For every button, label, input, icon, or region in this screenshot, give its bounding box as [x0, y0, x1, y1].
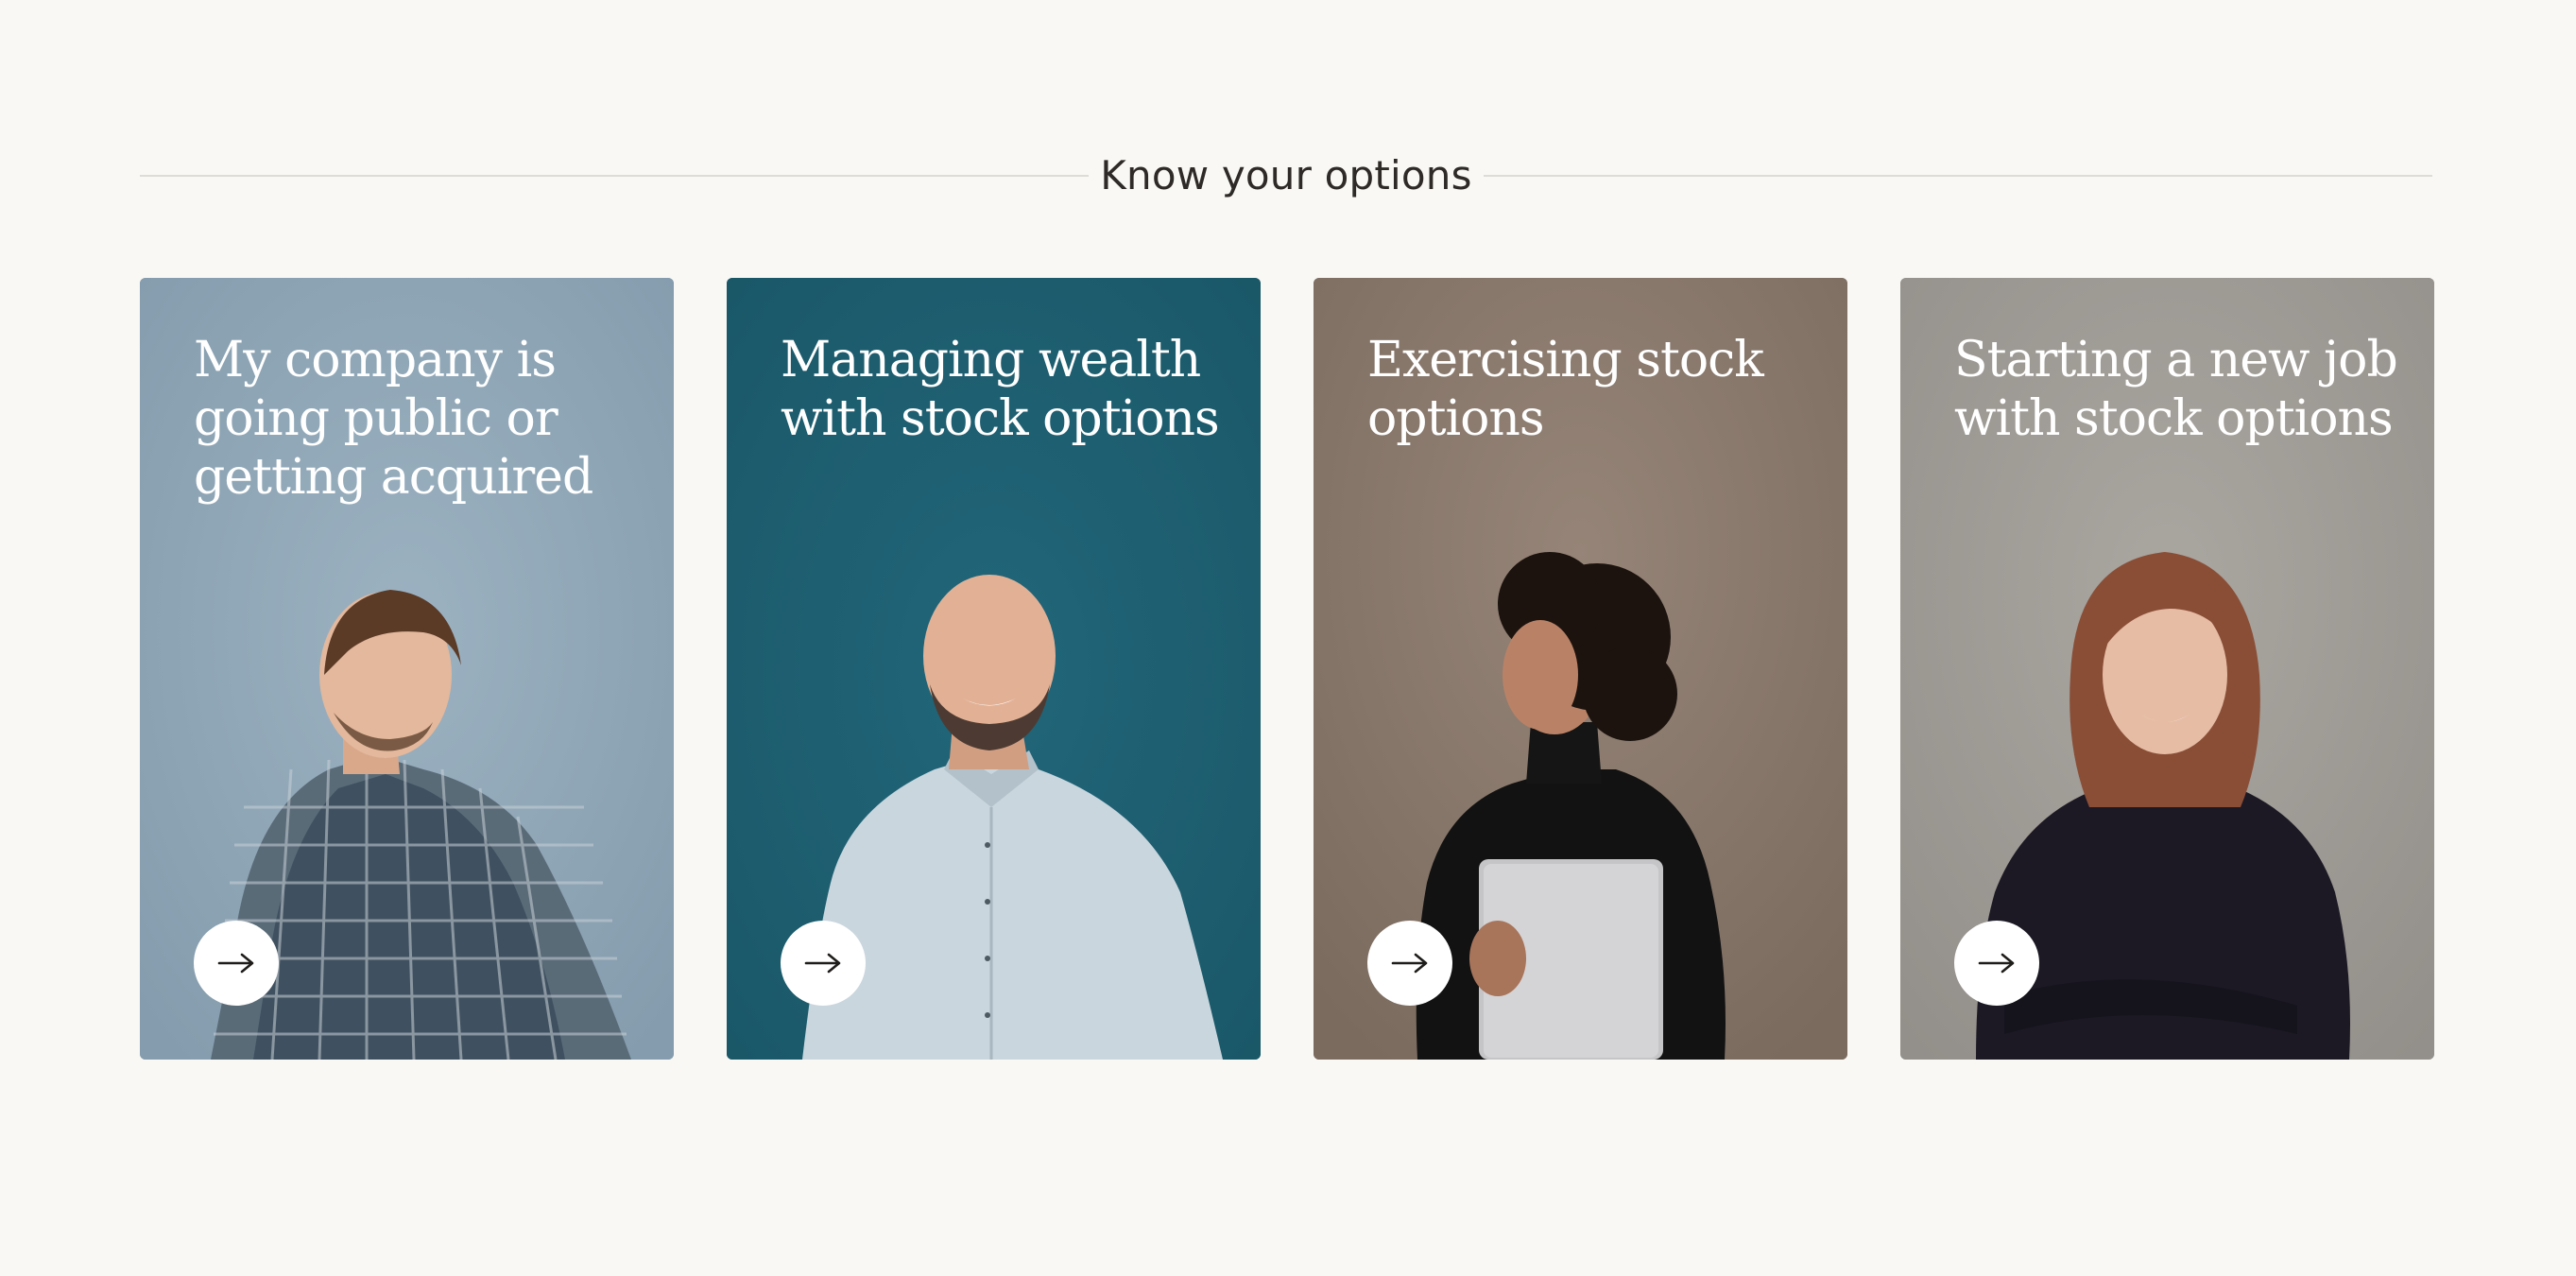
card-arrow-button[interactable]	[194, 921, 279, 1006]
card-title: Exercising stock options	[1367, 332, 1764, 447]
option-card-exercising-options[interactable]: Exercising stock options	[1314, 278, 1847, 1060]
card-title: Starting a new job with stock options	[1954, 332, 2398, 447]
arrow-right-icon	[1978, 953, 2015, 974]
divider-right	[1484, 175, 2432, 177]
card-title: Managing wealth with stock options	[781, 332, 1220, 447]
card-arrow-button[interactable]	[1367, 921, 1452, 1006]
arrow-right-icon	[217, 953, 254, 974]
card-arrow-button[interactable]	[1954, 921, 2039, 1006]
arrow-right-icon	[804, 953, 841, 974]
card-title: My company is going public or getting ac…	[194, 332, 593, 506]
option-card-going-public[interactable]: My company is going public or getting ac…	[140, 278, 674, 1060]
arrow-right-icon	[1391, 953, 1428, 974]
section-header: Know your options	[140, 142, 2432, 210]
know-your-options-section: Know your options My company is going pu…	[0, 0, 2576, 1276]
card-arrow-button[interactable]	[781, 921, 866, 1006]
option-card-new-job[interactable]: Starting a new job with stock options	[1900, 278, 2434, 1060]
option-card-managing-wealth[interactable]: Managing wealth with stock options	[727, 278, 1261, 1060]
